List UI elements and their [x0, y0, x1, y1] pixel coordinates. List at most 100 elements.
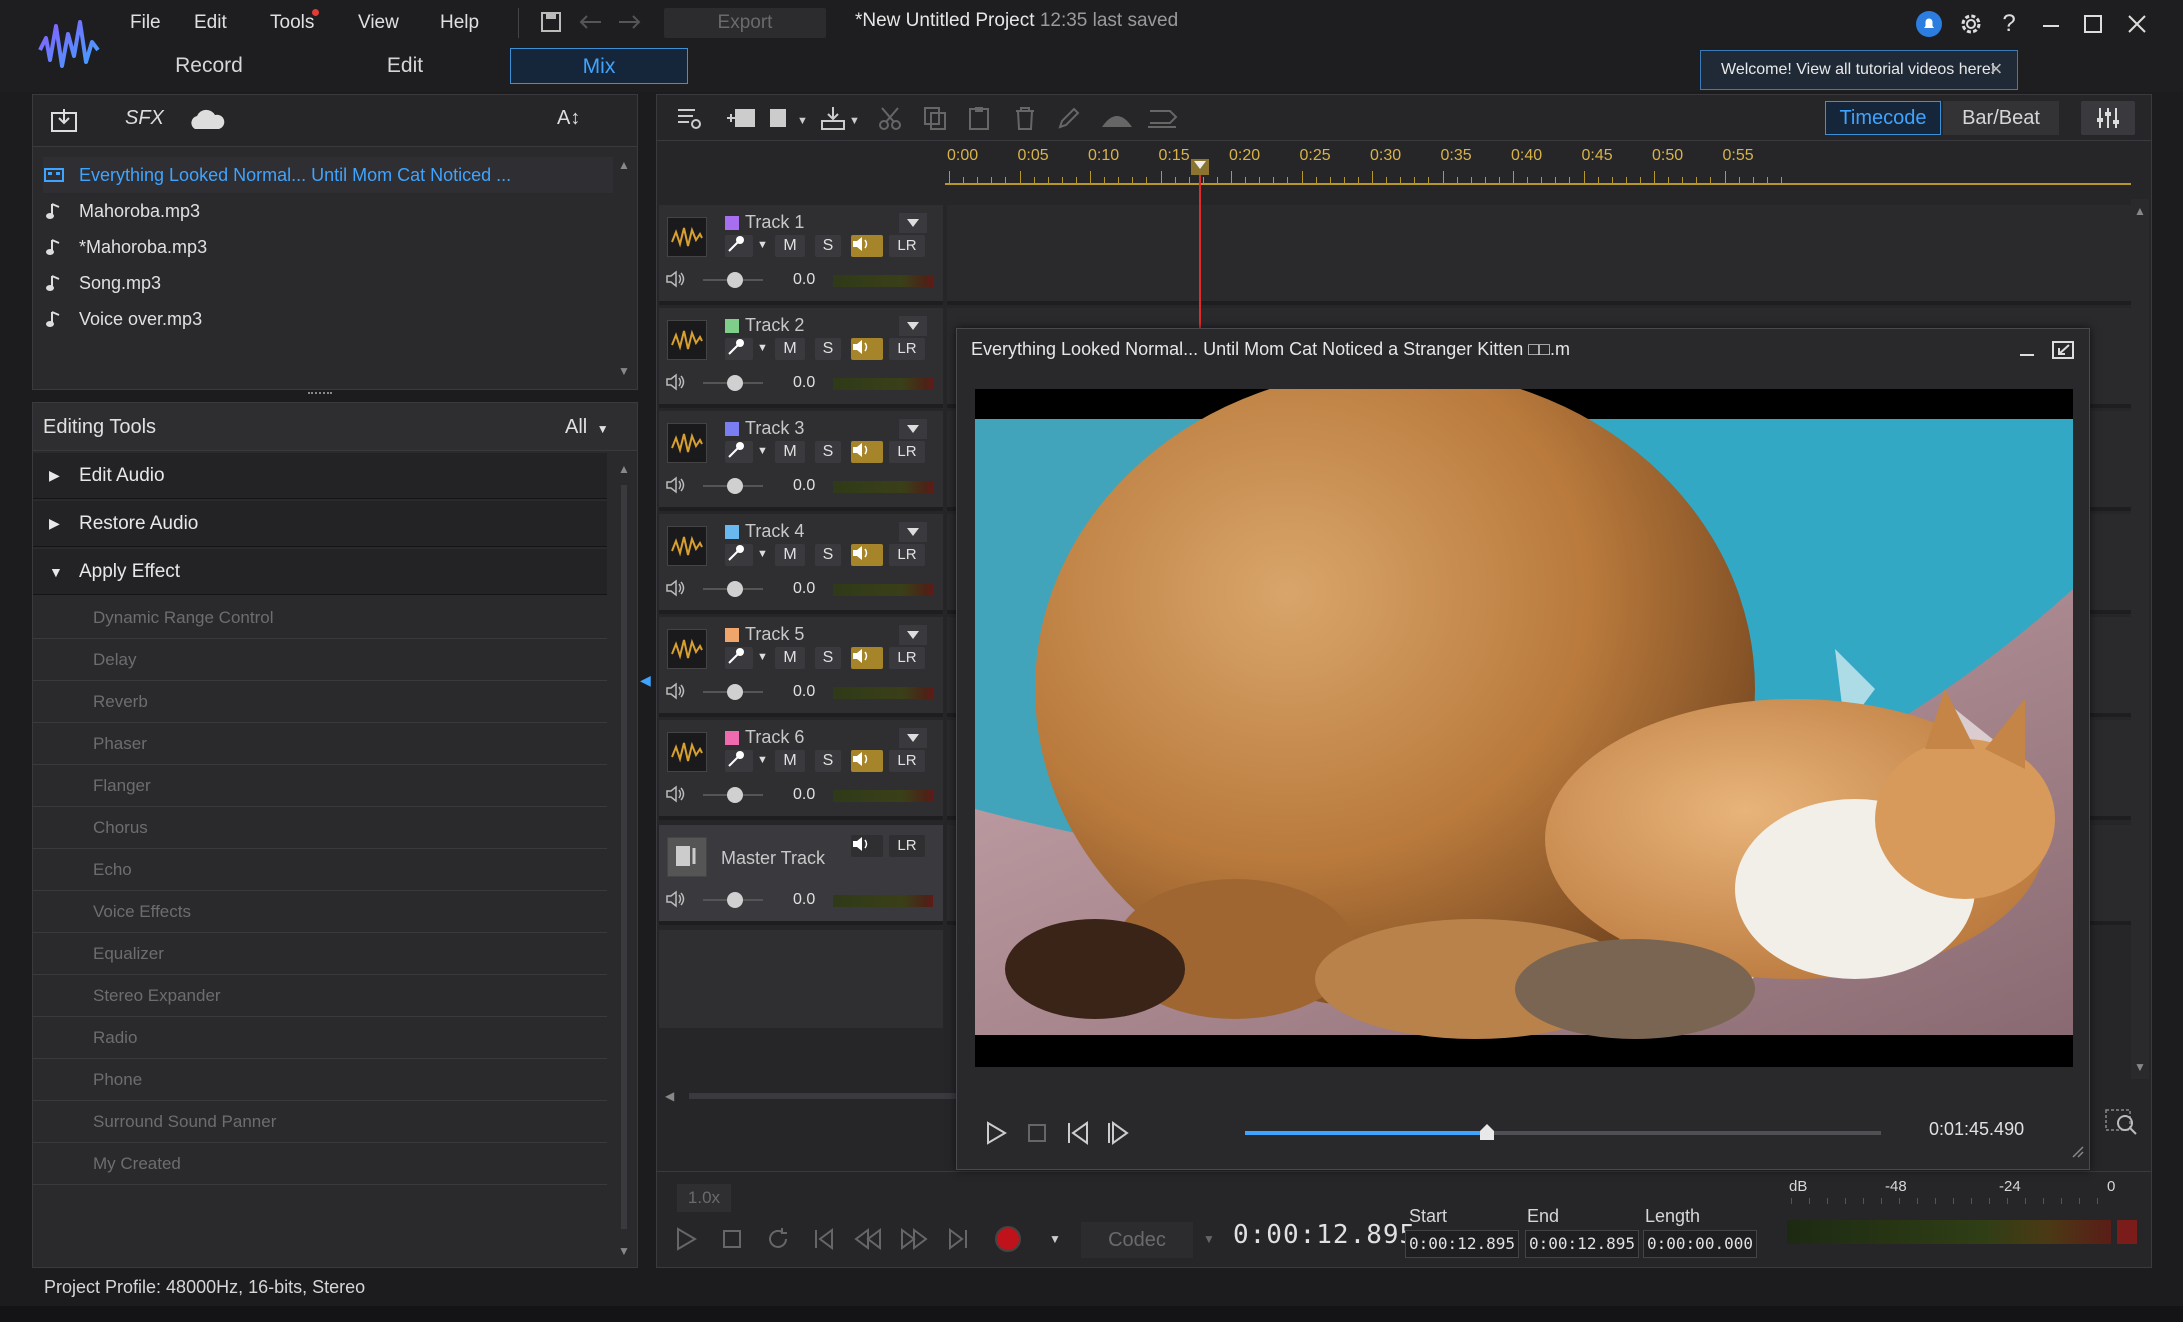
mixer-console-icon[interactable]	[2081, 101, 2135, 135]
input-mic-icon[interactable]	[725, 647, 753, 669]
volume-slider-knob[interactable]	[727, 272, 743, 288]
scissors-icon[interactable]	[873, 102, 909, 134]
speed-badge[interactable]: 1.0x	[677, 1184, 731, 1212]
scroll-up-icon[interactable]: ▲	[616, 461, 632, 477]
solo-button[interactable]: S	[815, 647, 841, 669]
chevron-down-icon[interactable]: ▼	[757, 548, 768, 560]
lr-channel-button[interactable]: LR	[889, 235, 925, 257]
timecode-toggle[interactable]: Timecode	[1825, 101, 1941, 135]
welcome-tooltip[interactable]: Welcome! View all tutorial videos here! …	[1700, 50, 2018, 90]
solo-button[interactable]: S	[815, 235, 841, 257]
lr-channel-button[interactable]: LR	[889, 338, 925, 360]
track-row[interactable]: Track 1 ▼ M S LR 0.0	[659, 205, 943, 305]
seek-handle[interactable]	[1479, 1123, 1495, 1141]
stop-icon[interactable]	[1027, 1123, 1047, 1143]
volume-slider-knob[interactable]	[727, 581, 743, 597]
menu-view[interactable]: View	[346, 6, 411, 40]
tab-record[interactable]: Record	[134, 48, 284, 84]
mute-button[interactable]: M	[775, 647, 805, 669]
tool-group-restore-audio[interactable]: ▶ Restore Audio	[33, 501, 607, 547]
skip-end-icon[interactable]	[943, 1224, 973, 1254]
input-mic-icon[interactable]	[725, 544, 753, 566]
track-menu-button[interactable]	[899, 213, 927, 233]
fade-out-icon[interactable]	[1145, 102, 1181, 134]
input-mic-icon[interactable]	[725, 338, 753, 360]
solo-button[interactable]: S	[815, 441, 841, 463]
tracks-scrollbar[interactable]: ▲ ▼	[2131, 199, 2149, 1079]
effect-item[interactable]: Flanger	[33, 765, 607, 807]
effect-item[interactable]: Radio	[33, 1017, 607, 1059]
lr-channel-button[interactable]: LR	[889, 750, 925, 772]
stop-icon[interactable]	[717, 1224, 747, 1254]
input-mic-icon[interactable]	[725, 441, 753, 463]
effect-item[interactable]: Delay	[33, 639, 607, 681]
minimize-icon[interactable]	[2017, 341, 2037, 361]
media-item[interactable]: Mahoroba.mp3	[43, 193, 200, 229]
effect-item[interactable]: Echo	[33, 849, 607, 891]
end-time-field[interactable]: 0:00:12.895	[1525, 1230, 1639, 1258]
track-row[interactable]: Track 5 ▼ M S LR 0.0	[659, 617, 943, 717]
speaker-mute-icon[interactable]	[851, 441, 883, 463]
mute-button[interactable]: M	[775, 750, 805, 772]
loop-icon[interactable]	[763, 1224, 793, 1254]
insert-clip-icon[interactable]	[761, 102, 797, 134]
lr-channel-button[interactable]: LR	[889, 647, 925, 669]
master-track[interactable]: Master Track LR 0.0	[659, 825, 943, 925]
help-icon[interactable]: ?	[1988, 6, 2030, 42]
track-row[interactable]: Track 4 ▼ M S LR 0.0	[659, 514, 943, 614]
input-mic-icon[interactable]	[725, 750, 753, 772]
mute-button[interactable]: M	[775, 338, 805, 360]
media-item[interactable]: Voice over.mp3	[43, 301, 202, 337]
dock-window-icon[interactable]	[2051, 339, 2075, 361]
speaker-mute-icon[interactable]	[851, 750, 883, 772]
track-menu-button[interactable]	[899, 522, 927, 542]
scroll-down-icon[interactable]: ▼	[616, 1243, 632, 1259]
rewind-icon[interactable]	[853, 1224, 883, 1254]
gear-icon[interactable]	[1950, 6, 1992, 42]
fast-forward-icon[interactable]	[899, 1224, 929, 1254]
chevron-down-icon[interactable]: ▼	[757, 239, 768, 251]
track-name[interactable]: Track 1	[745, 209, 804, 235]
scroll-down-icon[interactable]: ▼	[616, 363, 632, 379]
track-lane[interactable]	[947, 205, 2131, 305]
volume-slider-knob[interactable]	[727, 892, 743, 908]
track-name[interactable]: Track 6	[745, 724, 804, 750]
track-row[interactable]: Track 2 ▼ M S LR 0.0	[659, 308, 943, 408]
panel-resize-handle[interactable]	[308, 392, 332, 396]
effect-item[interactable]: Stereo Expander	[33, 975, 607, 1017]
notification-icon[interactable]	[1908, 6, 1950, 42]
lr-channel-button[interactable]: LR	[889, 544, 925, 566]
track-menu-button[interactable]	[899, 625, 927, 645]
trash-icon[interactable]	[1007, 102, 1043, 134]
codec-select[interactable]: Codec	[1081, 1222, 1193, 1258]
barbeat-toggle[interactable]: Bar/Beat	[1943, 101, 2059, 135]
editing-tools-filter[interactable]: All ▼	[565, 403, 609, 453]
chevron-down-icon[interactable]: ▼	[757, 342, 768, 354]
effect-item[interactable]: Reverb	[33, 681, 607, 723]
speaker-mute-icon[interactable]	[851, 647, 883, 669]
sort-button[interactable]: A↕	[557, 107, 580, 130]
solo-button[interactable]: S	[815, 338, 841, 360]
sfx-button[interactable]: SFX	[125, 107, 164, 130]
track-menu-button[interactable]	[899, 419, 927, 439]
track-row[interactable]: Track 6 ▼ M S LR 0.0	[659, 720, 943, 820]
mute-button[interactable]: M	[775, 544, 805, 566]
speaker-mute-icon[interactable]	[851, 835, 883, 857]
minimize-icon[interactable]	[2030, 6, 2072, 42]
copy-icon[interactable]	[917, 102, 953, 134]
effect-item[interactable]: Surround Sound Panner	[33, 1101, 607, 1143]
speaker-mute-icon[interactable]	[851, 544, 883, 566]
track-row[interactable]: Track 3 ▼ M S LR 0.0	[659, 411, 943, 511]
solo-button[interactable]: S	[815, 750, 841, 772]
start-time-field[interactable]: 0:00:12.895	[1405, 1230, 1519, 1258]
import-icon[interactable]	[49, 107, 81, 135]
effect-item[interactable]: Dynamic Range Control	[33, 597, 607, 639]
next-frame-icon[interactable]	[1105, 1121, 1131, 1145]
media-item[interactable]: Song.mp3	[43, 265, 161, 301]
lr-channel-button[interactable]: LR	[889, 835, 925, 857]
track-name[interactable]: Track 2	[745, 312, 804, 338]
scroll-up-icon[interactable]: ▲	[2132, 203, 2148, 219]
effect-item[interactable]: Chorus	[33, 807, 607, 849]
effect-item[interactable]: My Created	[33, 1143, 607, 1185]
volume-slider-knob[interactable]	[727, 787, 743, 803]
